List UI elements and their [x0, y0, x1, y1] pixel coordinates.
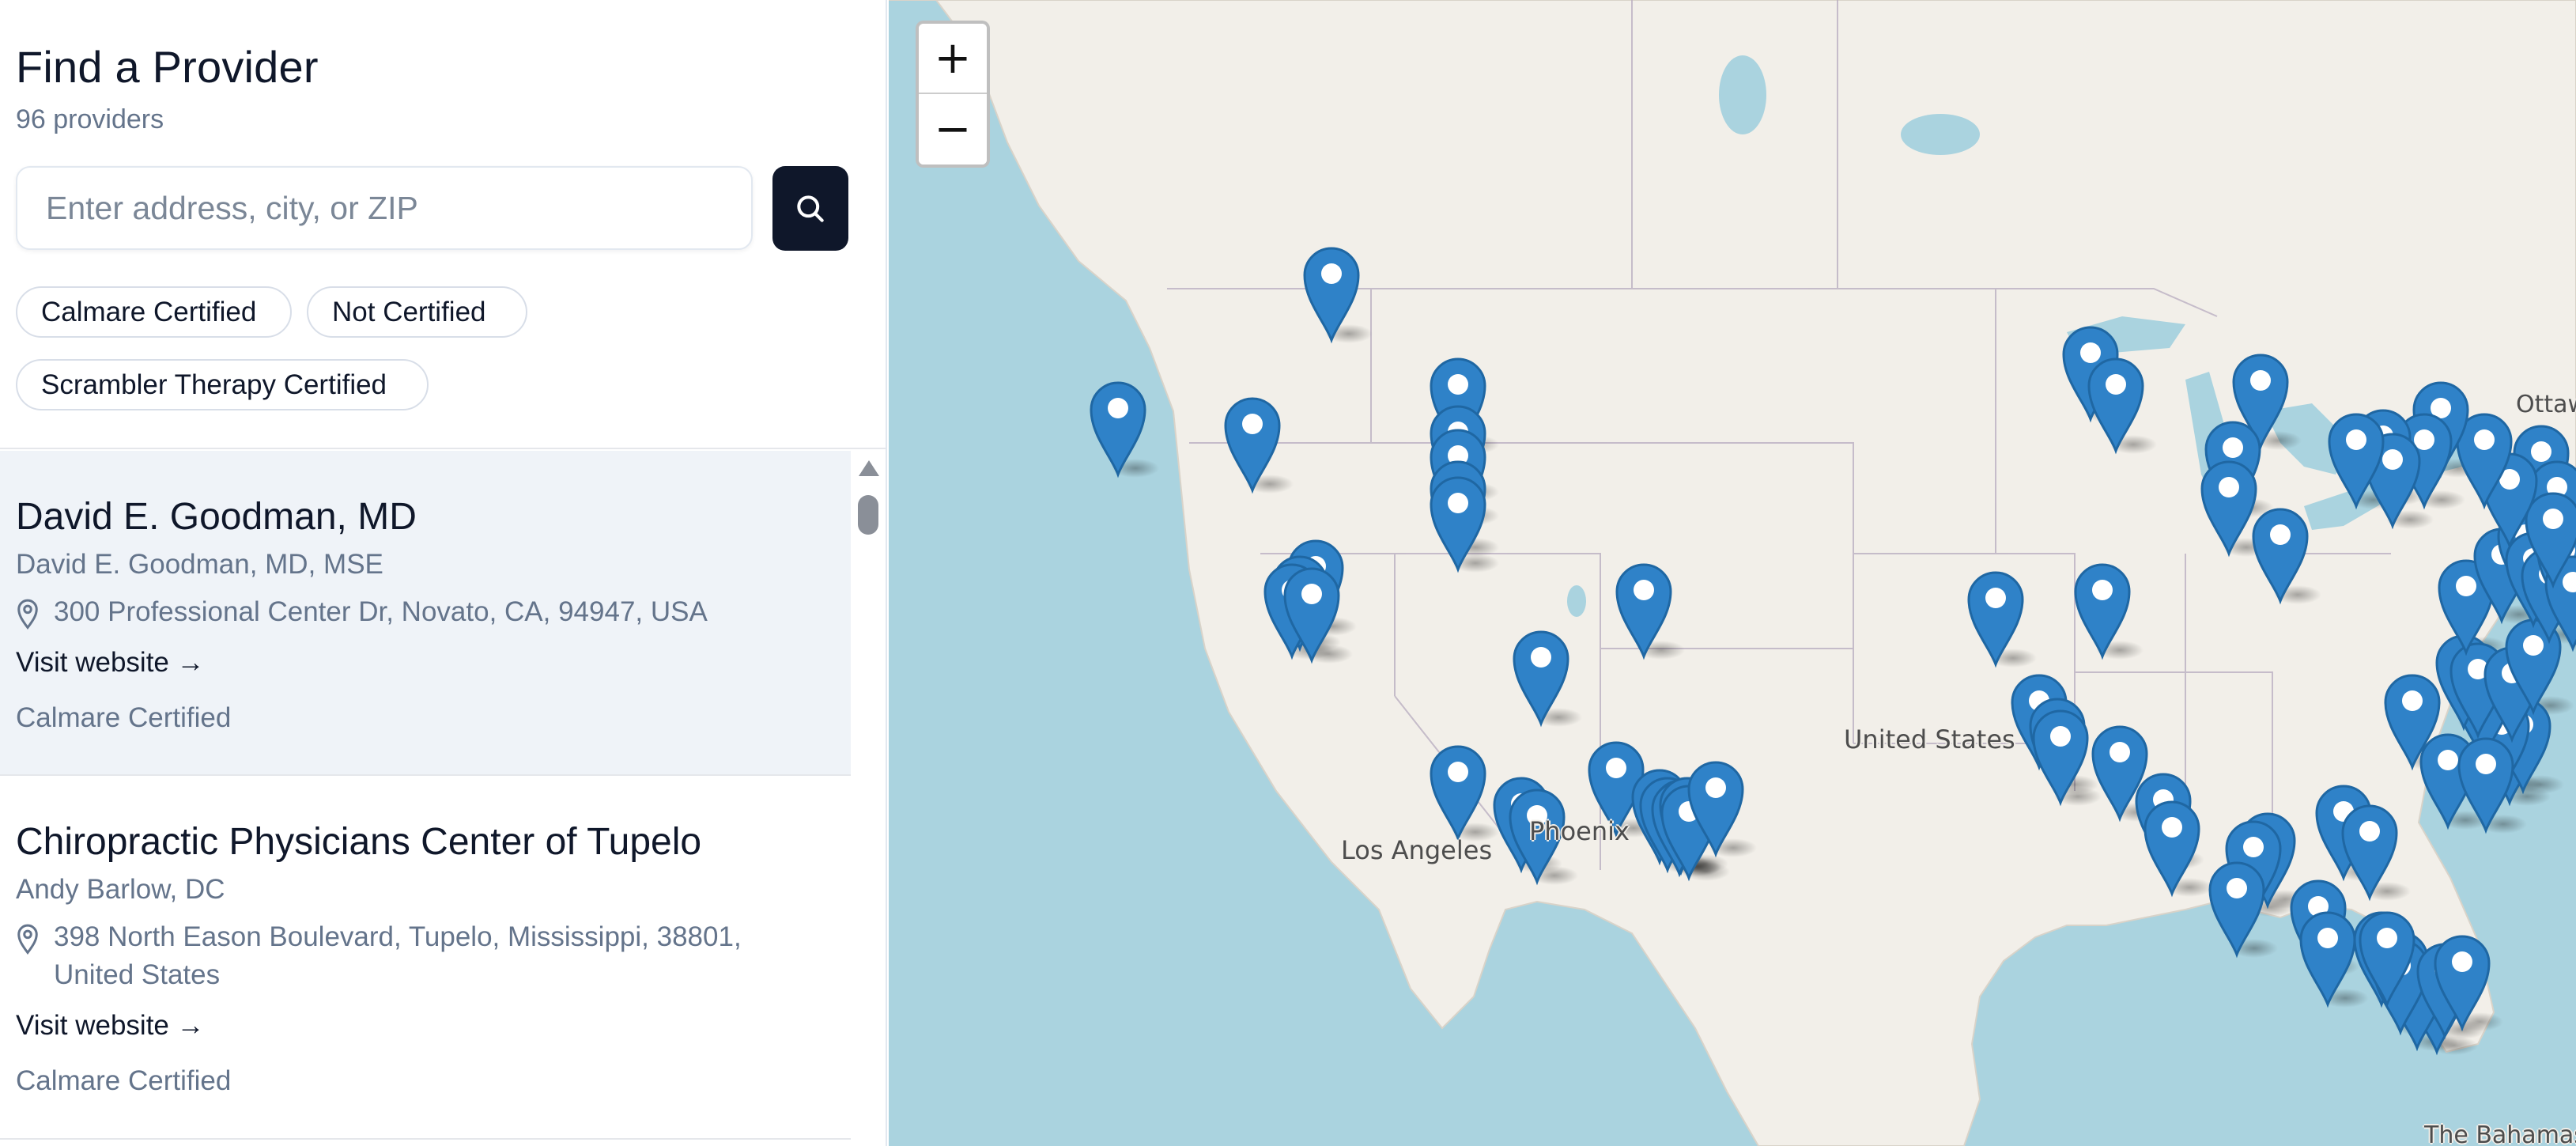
- provider-card[interactable]: Chiropractic Physicians Center of Tupelo…: [0, 776, 851, 1140]
- zoom-control: + −: [916, 21, 990, 168]
- filter-chip-calmare-certified[interactable]: Calmare Certified: [16, 286, 292, 338]
- filter-chip-not-certified[interactable]: Not Certified: [307, 286, 527, 338]
- map-label-phoenix: Phoenix: [1529, 816, 1630, 846]
- provider-sidebar: Find a Provider 96 providers Calmare Cer…: [0, 0, 887, 1146]
- scroll-up-arrow-icon[interactable]: [859, 460, 879, 476]
- visit-website-link[interactable]: Visit website →: [16, 1010, 205, 1042]
- provider-name: David E. Goodman, MD: [16, 496, 417, 538]
- search-button[interactable]: [772, 166, 848, 251]
- certification-badge: Calmare Certified: [16, 702, 232, 733]
- page-title: Find a Provider: [16, 42, 319, 92]
- location-pin-icon: [17, 599, 38, 630]
- zoom-in-button[interactable]: +: [919, 24, 987, 94]
- map-label-los-angeles: Los Angeles: [1341, 835, 1493, 865]
- provider-list[interactable]: David E. Goodman, MD David E. Goodman, M…: [0, 451, 851, 1146]
- provider-address: 300 Professional Center Dr, Novato, CA, …: [54, 596, 708, 627]
- sidebar-header: Find a Provider 96 providers Calmare Cer…: [0, 0, 886, 449]
- provider-address: 398 North Eason Boulevard, Tupelo, Missi…: [54, 921, 742, 990]
- map-label-ottawa: Ottawa: [2516, 391, 2576, 418]
- list-scrollbar[interactable]: [851, 451, 886, 1146]
- search-icon: [797, 195, 824, 222]
- provider-map[interactable]: Los Angeles Phoenix United States Ottawa…: [889, 0, 2576, 1146]
- certification-badge: Calmare Certified: [16, 1065, 232, 1096]
- map-label-bahamas: The Bahamas: [2424, 1121, 2576, 1146]
- zoom-out-button[interactable]: −: [919, 94, 987, 165]
- filter-chip-scrambler-therapy-certified[interactable]: Scrambler Therapy Certified: [16, 359, 429, 410]
- provider-person: David E. Goodman, MD, MSE: [16, 549, 383, 580]
- provider-count: 96 providers: [16, 104, 164, 134]
- provider-name: Chiropractic Physicians Center of Tupelo: [16, 821, 702, 863]
- map-tiles[interactable]: [889, 0, 2576, 1146]
- location-pin-icon: [17, 924, 38, 955]
- map-label-united-states: United States: [1844, 724, 2015, 755]
- scrollbar-thumb[interactable]: [858, 495, 878, 535]
- provider-person: Andy Barlow, DC: [16, 874, 225, 905]
- provider-card[interactable]: David E. Goodman, MD David E. Goodman, M…: [0, 451, 851, 776]
- search-input[interactable]: [16, 166, 753, 250]
- visit-website-link[interactable]: Visit website →: [16, 647, 205, 679]
